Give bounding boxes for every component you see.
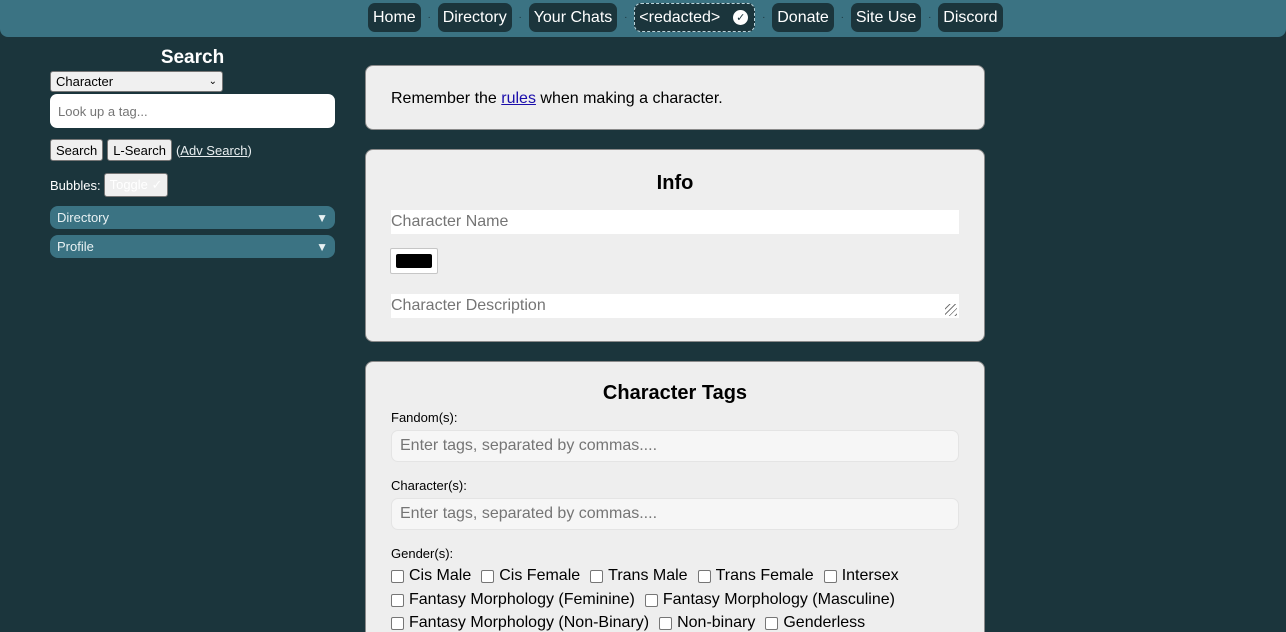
gender-option[interactable]: Non-binary — [659, 614, 755, 632]
notice-text-after: when making a character. — [535, 90, 723, 107]
checkbox[interactable] — [697, 569, 711, 583]
search-button[interactable]: Search — [50, 139, 104, 161]
nav-separator: · — [427, 12, 431, 23]
sidebar-section-label: Directory — [57, 210, 110, 225]
adv-search-link[interactable]: (Adv Search) — [176, 143, 252, 158]
character-tags-input[interactable]: Enter tags, separated by commas.... — [391, 498, 959, 530]
character-label: Character(s): — [391, 478, 467, 493]
gender-option-label: Trans Female — [715, 567, 814, 584]
info-panel: Info Character Name Character Descriptio… — [365, 149, 985, 342]
nav-directory[interactable]: Directory — [437, 3, 512, 32]
character-name-input[interactable]: Character Name — [391, 210, 959, 234]
character-description-textarea[interactable]: Character Description — [391, 294, 959, 318]
nav-user-menu[interactable]: <redacted> ✓ — [634, 3, 756, 32]
search-type-select[interactable]: Character ⌄ — [50, 71, 223, 92]
checkbox[interactable] — [590, 569, 604, 583]
nav-menu: Home · Directory · Your Chats · <redacte… — [368, 3, 1003, 32]
bubbles-label: Bubbles: — [50, 177, 101, 193]
triangle-down-icon: ▼ — [316, 239, 328, 254]
gender-option-label: Cis Female — [499, 567, 581, 584]
gender-label: Gender(s): — [391, 546, 454, 561]
info-title: Info — [656, 172, 694, 194]
nav-separator: · — [518, 12, 522, 23]
tag-search-input[interactable]: Look up a tag... — [50, 94, 335, 128]
sidebar-section-directory[interactable]: Directory ▼ — [50, 206, 335, 229]
checkbox[interactable] — [659, 616, 673, 630]
nav-username: <redacted> — [639, 8, 721, 26]
adv-search-link-text: Adv Search — [180, 142, 248, 158]
character-tags-placeholder: Enter tags, separated by commas.... — [400, 505, 658, 522]
character-tags-title: Character Tags — [602, 382, 748, 404]
gender-option-label: Fantasy Morphology (Masculine) — [662, 591, 895, 608]
gender-option[interactable]: Fantasy Morphology (Feminine) — [391, 591, 635, 609]
l-search-button[interactable]: L-Search — [107, 139, 172, 161]
search-type-value: Character — [56, 74, 114, 89]
nav-donate[interactable]: Donate — [772, 3, 834, 32]
nav-separator: · — [624, 12, 628, 23]
nav-home[interactable]: Home — [368, 3, 421, 32]
gender-option[interactable]: Fantasy Morphology (Non-Binary) — [391, 614, 649, 632]
fandom-tags-placeholder: Enter tags, separated by commas.... — [400, 437, 658, 454]
nav-your-chats[interactable]: Your Chats — [528, 3, 618, 32]
checkbox[interactable] — [823, 569, 837, 583]
gender-option[interactable]: Cis Female — [481, 567, 580, 585]
checkbox[interactable] — [391, 569, 404, 583]
gender-row: Fantasy Morphology (Non-Binary) Non-bina… — [391, 614, 875, 632]
gender-option-label: Cis Male — [409, 567, 472, 584]
rules-notice: Remember the rules when making a charact… — [391, 90, 723, 108]
gender-row: Cis Male Cis Female Trans Male Trans Fem… — [391, 567, 909, 585]
search-title: Search — [160, 47, 225, 68]
notice-text-before: Remember the — [391, 90, 502, 107]
nav-separator: · — [928, 12, 932, 23]
gender-option[interactable]: Intersex — [823, 567, 899, 585]
nav-separator: · — [762, 12, 766, 23]
checkbox[interactable] — [765, 616, 779, 630]
sidebar: Search Character ⌄ Look up a tag... Sear… — [50, 48, 335, 258]
gender-option-label: Fantasy Morphology (Feminine) — [409, 591, 635, 608]
checkbox[interactable] — [644, 593, 658, 607]
gender-option-label: Genderless — [783, 614, 866, 631]
triangle-down-icon: ▼ — [316, 210, 328, 225]
tag-search-placeholder: Look up a tag... — [58, 103, 148, 119]
fandom-tags-input[interactable]: Enter tags, separated by commas.... — [391, 430, 959, 462]
color-swatch — [396, 254, 432, 268]
resize-handle-icon[interactable] — [945, 304, 957, 316]
gender-option[interactable]: Fantasy Morphology (Masculine) — [644, 591, 895, 609]
bubbles-toggle-button[interactable]: Toggle ✓ — [103, 173, 169, 197]
sidebar-section-label: Profile — [57, 239, 94, 254]
nav-separator: · — [840, 12, 844, 23]
rules-notice-panel: Remember the rules when making a charact… — [365, 65, 985, 130]
gender-option-label: Non-binary — [677, 614, 756, 631]
gender-option-label: Intersex — [841, 567, 899, 584]
gender-option[interactable]: Cis Male — [391, 567, 471, 585]
search-buttons: Search L-Search (Adv Search) — [50, 139, 335, 161]
gender-option[interactable]: Genderless — [765, 614, 865, 632]
checkbox[interactable] — [481, 569, 495, 583]
fandom-label: Fandom(s): — [391, 410, 458, 425]
gender-option-label: Trans Male — [608, 567, 688, 584]
nav-site-use[interactable]: Site Use — [850, 3, 922, 32]
character-name-placeholder: Character Name — [391, 213, 509, 230]
gender-option-label: Fantasy Morphology (Non-Binary) — [409, 614, 650, 631]
bubbles-row: Bubbles: Toggle ✓ — [50, 173, 335, 197]
gender-option[interactable]: Trans Female — [697, 567, 814, 585]
gender-option[interactable]: Trans Male — [590, 567, 688, 585]
nav-discord[interactable]: Discord — [938, 3, 1003, 32]
checkbox[interactable] — [391, 593, 404, 607]
gender-row: Fantasy Morphology (Feminine) Fantasy Mo… — [391, 591, 905, 609]
character-description-placeholder: Character Description — [391, 297, 546, 314]
character-tags-panel: Character Tags Fandom(s): Enter tags, se… — [365, 361, 985, 632]
sidebar-section-profile[interactable]: Profile ▼ — [50, 235, 335, 258]
rules-link[interactable]: rules — [501, 90, 536, 107]
checkbox[interactable] — [391, 616, 404, 630]
chevron-down-icon: ⌄ — [208, 76, 217, 87]
verified-check-icon: ✓ — [733, 10, 749, 25]
top-navigation-bar: Home · Directory · Your Chats · <redacte… — [0, 0, 1286, 37]
color-picker[interactable] — [390, 248, 438, 274]
